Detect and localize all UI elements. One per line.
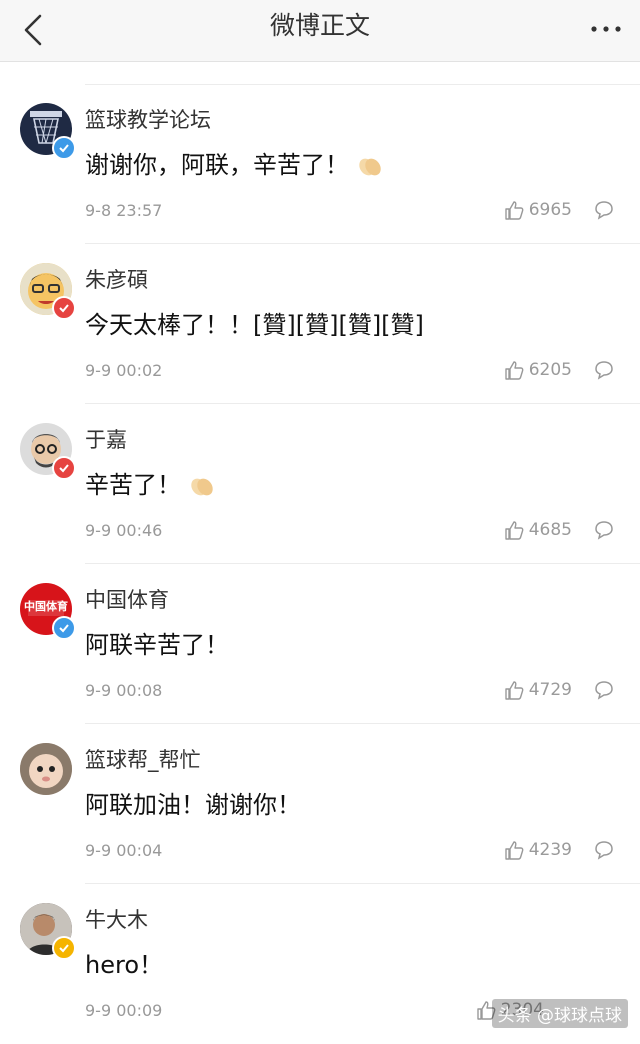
comment-time: 9-9 00:08 bbox=[85, 681, 163, 700]
comment-item[interactable]: 朱彦碩 今天太棒了！！[贊][贊][贊][贊] 9-9 00:02 6205 bbox=[0, 244, 640, 404]
like-button[interactable]: 4685 bbox=[503, 518, 572, 542]
verified-badge-icon bbox=[52, 456, 76, 480]
verified-badge-icon bbox=[52, 616, 76, 640]
comment-time: 9-9 00:09 bbox=[85, 1001, 163, 1020]
commenter-name[interactable]: 中国体育 bbox=[85, 586, 169, 614]
like-count: 4729 bbox=[528, 680, 572, 700]
commenter-name[interactable]: 朱彦碩 bbox=[85, 266, 148, 294]
comment-text-content: 辛苦了！ bbox=[85, 471, 181, 499]
comment-item[interactable]: 篮球帮_帮忙 阿联加油！谢谢你！ 9-9 00:04 4239 bbox=[0, 724, 640, 884]
clap-hands-emoji bbox=[359, 158, 381, 176]
comment-text: hero！ bbox=[85, 951, 163, 979]
comment-item[interactable]: 于嘉 辛苦了！ 9-9 00:46 4685 bbox=[0, 404, 640, 564]
like-button[interactable]: 4239 bbox=[503, 838, 572, 862]
avatar-logo-text: 中国体育 bbox=[24, 600, 68, 613]
reply-bubble-icon[interactable] bbox=[592, 358, 616, 382]
comment-text-content: 谢谢你，阿联，辛苦了！ bbox=[85, 151, 349, 179]
comment-time: 9-9 00:04 bbox=[85, 841, 163, 860]
thumbs-up-icon bbox=[505, 361, 524, 380]
reply-bubble-icon[interactable] bbox=[592, 518, 616, 542]
thumbs-up-icon bbox=[505, 521, 524, 540]
clap-hands-emoji bbox=[191, 478, 213, 496]
like-count: 4239 bbox=[528, 840, 572, 860]
baby-photo-avatar-icon bbox=[20, 743, 72, 795]
verified-badge-icon bbox=[52, 936, 76, 960]
comment-time: 9-9 00:46 bbox=[85, 521, 163, 540]
verified-badge-icon bbox=[52, 296, 76, 320]
comment-text: 今天太棒了！！[贊][贊][贊][贊] bbox=[85, 311, 424, 339]
like-button[interactable]: 6205 bbox=[503, 358, 572, 382]
comment-text: 阿联加油！谢谢你！ bbox=[85, 791, 301, 819]
like-count: 6965 bbox=[528, 200, 572, 220]
commenter-name[interactable]: 牛大木 bbox=[85, 906, 148, 934]
commenter-name[interactable]: 篮球教学论坛 bbox=[85, 106, 211, 134]
like-count: 6205 bbox=[528, 360, 572, 380]
reply-bubble-icon[interactable] bbox=[592, 198, 616, 222]
top-navigation-bar: 微博正文 bbox=[0, 0, 640, 62]
commenter-name[interactable]: 于嘉 bbox=[85, 426, 127, 454]
like-button[interactable]: 4729 bbox=[503, 678, 572, 702]
like-count: 4685 bbox=[528, 520, 572, 540]
comment-time: 9-8 23:57 bbox=[85, 201, 163, 220]
reply-bubble-icon[interactable] bbox=[592, 678, 616, 702]
comment-time: 9-9 00:02 bbox=[85, 361, 163, 380]
comment-item[interactable]: 篮球教学论坛 谢谢你，阿联，辛苦了！ 9-8 23:57 6965 bbox=[0, 84, 640, 244]
reply-bubble-icon[interactable] bbox=[592, 838, 616, 862]
more-dots-icon[interactable] bbox=[586, 14, 626, 44]
avatar[interactable] bbox=[20, 743, 72, 795]
thumbs-up-icon bbox=[505, 841, 524, 860]
comment-text: 阿联辛苦了！ bbox=[85, 631, 229, 659]
page-title: 微博正文 bbox=[269, 11, 370, 40]
thumbs-up-icon bbox=[505, 681, 524, 700]
commenter-name[interactable]: 篮球帮_帮忙 bbox=[85, 746, 201, 774]
like-button[interactable]: 6965 bbox=[503, 198, 572, 222]
comment-text: 谢谢你，阿联，辛苦了！ bbox=[85, 148, 385, 182]
comment-text: 辛苦了！ bbox=[85, 468, 217, 502]
verified-badge-icon bbox=[52, 136, 76, 160]
source-watermark: 头条 @球球点球 bbox=[491, 999, 628, 1028]
thumbs-up-icon bbox=[505, 201, 524, 220]
comment-item[interactable]: 中国体育 中国体育 阿联辛苦了！ 9-9 00:08 4729 bbox=[0, 564, 640, 724]
